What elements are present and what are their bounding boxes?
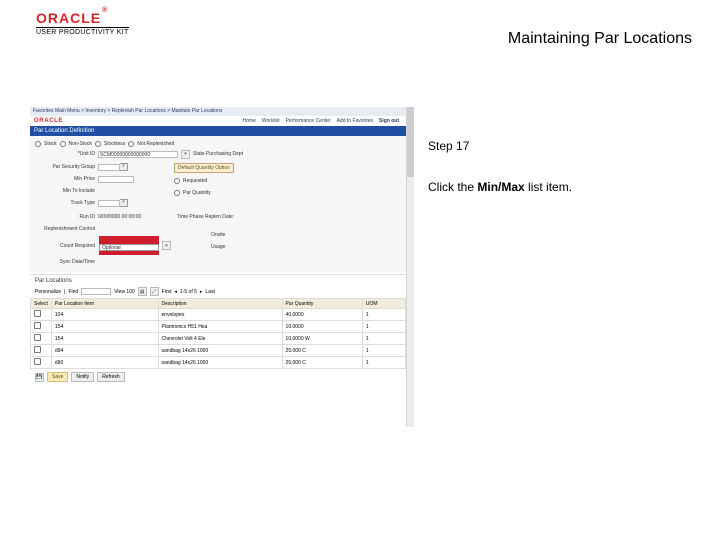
oracle-logo: ORACLE® <box>36 10 129 26</box>
track-type-label: Track Type <box>35 200 95 206</box>
par-sec-field[interactable] <box>98 164 120 171</box>
nav-worklist[interactable]: Worklist <box>259 118 283 124</box>
vertical-scrollbar[interactable] <box>406 107 414 427</box>
time-phase-label: Time Phase Replen Date: <box>177 214 234 220</box>
run-id-value: 0/00/0000 00:00:00 <box>98 214 141 220</box>
step-number: Step 17 <box>428 138 688 155</box>
radio-nonstock[interactable] <box>60 141 66 147</box>
view-100[interactable]: View 100 <box>114 289 134 295</box>
col-uom: UOM <box>362 299 405 309</box>
breadcrumb[interactable]: Favorites Main Menu > Inventory > Replen… <box>30 107 406 116</box>
app-screenshot: Favorites Main Menu > Inventory > Replen… <box>30 107 414 427</box>
lookup-icon[interactable]: ▾ <box>181 150 190 159</box>
instruction-panel: Step 17 Click the Min/Max list item. <box>428 138 688 196</box>
col-desc: Description <box>158 299 282 309</box>
step-text: Click the Min/Max list item. <box>428 179 688 196</box>
nav-addfav[interactable]: Add to Favorites <box>334 118 376 124</box>
nav-signout[interactable]: Sign out <box>376 118 402 124</box>
dropdown-icon[interactable]: ▾ <box>162 241 171 250</box>
par-sec-label: Par Security Group <box>35 164 95 170</box>
zoom-icon[interactable]: ⤢ <box>150 287 159 296</box>
form-footer: 💾 Save Notify Refresh <box>30 369 406 385</box>
quantity-option-title: Default Quantity Option <box>174 163 234 173</box>
grid-toolbar: Personalize | Find View 100 ▦ ⤢ First ◂ … <box>30 285 406 298</box>
repl-ctrl-label: Replenishment Control <box>35 226 95 232</box>
radio-parqty[interactable] <box>174 190 180 196</box>
list-onsite[interactable]: Onsite <box>211 232 225 238</box>
radio-stock[interactable] <box>35 141 41 147</box>
minmax-highlight[interactable]: Optional <box>99 236 159 255</box>
scroll-thumb[interactable] <box>407 107 414 177</box>
table-row: 154Plantronics H51 Hea10.00001 <box>31 321 406 333</box>
unit-label: Unit ID <box>35 151 95 157</box>
table-row: 154Chevrolet Volt 4 Ele10.0000 W1 <box>31 333 406 345</box>
grid-icon[interactable]: ▦ <box>138 287 147 296</box>
form-body: Stock Non-Stock Stockless Not Replenishe… <box>30 136 406 272</box>
par-locations-table: Select Par Location Item Description Par… <box>30 298 406 369</box>
track-type-field[interactable] <box>98 200 120 207</box>
row-checkbox[interactable] <box>34 358 41 365</box>
radio-notreplenished[interactable] <box>128 141 134 147</box>
col-par: Par Quantity <box>282 299 362 309</box>
radio-stockless[interactable] <box>95 141 101 147</box>
pager-last[interactable]: Last <box>205 289 214 295</box>
notify-button[interactable]: Notify <box>71 372 94 382</box>
col-item: Par Location Item <box>51 299 158 309</box>
row-checkbox[interactable] <box>34 346 41 353</box>
chevron-left-icon[interactable]: ◂ <box>174 289 177 295</box>
run-id-label: Run ID <box>35 214 95 220</box>
min-price-field[interactable] <box>98 176 134 183</box>
tm-icon: ® <box>102 7 108 14</box>
save-button[interactable]: Save <box>47 372 68 382</box>
product-line: USER PRODUCTIVITY KIT <box>36 27 129 36</box>
pager-first[interactable]: First <box>162 289 172 295</box>
app-logo: ORACLE <box>34 118 63 124</box>
table-row: d94sandbag 14x26 100025.000 C1 <box>31 345 406 357</box>
unit-hint: State Purchasing Dept <box>193 151 243 157</box>
chevron-down-icon[interactable]: ▾ <box>120 199 128 207</box>
row-checkbox[interactable] <box>34 322 41 329</box>
par-locations-title: Par Locations <box>30 274 406 285</box>
nav-home[interactable]: Home <box>240 118 259 124</box>
page-title: Maintaining Par Locations <box>508 30 692 48</box>
unit-field[interactable]: SCM00000000000000 <box>98 151 178 158</box>
row-checkbox[interactable] <box>34 334 41 341</box>
pager-range: 1-5 of 5 <box>180 289 197 295</box>
brand-block: ORACLE® USER PRODUCTIVITY KIT <box>36 10 129 36</box>
app-header: ORACLE Home Worklist Performance Center … <box>30 116 406 126</box>
personalize-link[interactable]: Personalize <box>35 289 61 295</box>
find-input[interactable] <box>81 288 111 295</box>
find-label: Find <box>68 289 78 295</box>
radio-requested[interactable] <box>174 178 180 184</box>
count-req-label: Count Required <box>35 243 95 249</box>
chevron-right-icon[interactable]: ▸ <box>200 289 203 295</box>
form-header: Par Location Definition <box>30 126 406 136</box>
nav-perf[interactable]: Performance Center <box>283 118 334 124</box>
table-row: 104envelopes40.00001 <box>31 309 406 321</box>
syncdt-label: Sync Date/Time <box>35 259 95 265</box>
save-icon[interactable]: 💾 <box>35 373 44 382</box>
chevron-down-icon[interactable]: ▾ <box>120 163 128 171</box>
col-select: Select <box>31 299 52 309</box>
item-type-row: Stock Non-Stock Stockless Not Replenishe… <box>35 139 401 149</box>
table-row: d90sandbag 14x26 100025.000 C1 <box>31 357 406 369</box>
min-price-label: Min Price <box>35 176 95 182</box>
refresh-button[interactable]: Refresh <box>97 372 125 382</box>
row-checkbox[interactable] <box>34 310 41 317</box>
list-usage[interactable]: Usage <box>211 244 225 250</box>
min-include-label: Min To Include <box>35 188 95 194</box>
